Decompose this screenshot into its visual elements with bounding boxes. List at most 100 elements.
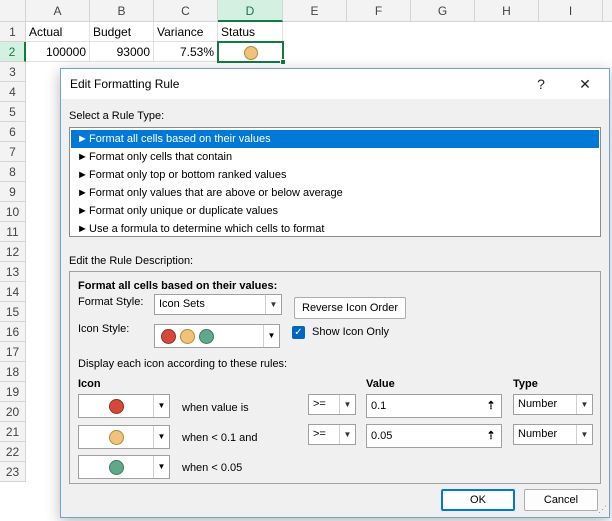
chevron-down-icon: ▼ [263,325,279,347]
column-header-h[interactable]: H [475,0,539,22]
value-column-header: Value [366,378,395,390]
cell-a2[interactable]: 100000 [26,42,90,62]
chevron-down-icon: ▼ [153,426,169,448]
rule-type-item[interactable]: ►Format only cells that contain [71,148,599,166]
rule-condition-2: when < 0.1 and [182,432,258,444]
rule-type-item[interactable]: ►Format only values that are above or be… [71,184,599,202]
row-header-1[interactable]: 1 [0,22,26,42]
row-header-15[interactable]: 15 [0,302,26,322]
display-rules-label: Display each icon according to these rul… [78,358,288,370]
chevron-down-icon: ▼ [153,456,169,478]
value-text: 0.1 [371,400,387,412]
row-header-13[interactable]: 13 [0,262,26,282]
cell-d2[interactable] [217,41,286,65]
column-header-f[interactable]: F [347,0,411,22]
dialog-title: Edit Formatting Rule [70,77,180,91]
icon-select-1[interactable]: ▼ [78,394,170,418]
show-icon-only-checkbox[interactable]: ✓ [292,326,305,339]
reverse-icon-order-button[interactable]: Reverse Icon Order [294,297,406,319]
rule-type-label: Format only unique or duplicate values [89,205,278,217]
arrow-icon: ► [77,223,88,235]
row-header-7[interactable]: 7 [0,142,26,162]
operator-select-2[interactable]: >= ▼ [308,424,356,445]
green-circle-icon [199,329,214,344]
chevron-down-icon: ▼ [153,395,169,417]
column-header-i[interactable]: I [539,0,603,22]
column-header-d[interactable]: D [218,0,283,22]
type-select-1[interactable]: Number ▼ [513,394,593,415]
rule-type-item[interactable]: ►Use a formula to determine which cells … [71,220,599,238]
operator-select-1[interactable]: >= ▼ [308,394,356,415]
rule-type-item[interactable]: ►Format only unique or duplicate values [71,202,599,220]
range-select-icon[interactable]: ⇡ [483,398,499,414]
rule-type-item[interactable]: ►Format only top or bottom ranked values [71,166,599,184]
ok-button[interactable]: OK [441,489,515,511]
cell-b1[interactable]: Budget [90,22,154,42]
row-header-11[interactable]: 11 [0,222,26,242]
column-header-c[interactable]: C [154,0,218,22]
operator-value: >= [313,428,326,440]
red-circle-icon [161,329,176,344]
yellow-circle-icon [109,430,124,445]
row-header-9[interactable]: 9 [0,182,26,202]
show-icon-only-label[interactable]: Show Icon Only [312,326,389,338]
green-circle-icon [109,460,124,475]
column-header-b[interactable]: B [90,0,154,22]
row-header-2[interactable]: 2 [0,42,26,62]
cell-b2[interactable]: 93000 [90,42,154,62]
row-header-20[interactable]: 20 [0,402,26,422]
row-header-23[interactable]: 23 [0,462,26,482]
icon-style-select[interactable]: ▼ [154,324,280,348]
dialog-titlebar[interactable]: Edit Formatting Rule ? ✕ [61,69,609,99]
edit-description-label: Edit the Rule Description: [69,255,194,267]
row-header-6[interactable]: 6 [0,122,26,142]
arrow-icon: ► [77,133,88,145]
column-header-overflow [603,0,612,22]
cancel-button[interactable]: Cancel [524,489,598,511]
row-header-12[interactable]: 12 [0,242,26,262]
row-header-18[interactable]: 18 [0,362,26,382]
range-select-icon[interactable]: ⇡ [483,428,499,444]
rule-type-label: Format only values that are above or bel… [89,187,343,199]
rule-type-label: Format all cells based on their values [89,133,271,145]
row-header-10[interactable]: 10 [0,202,26,222]
cell-d1[interactable]: Status [218,22,283,42]
format-style-select[interactable]: Icon Sets ▼ [154,294,282,315]
column-header-g[interactable]: G [411,0,475,22]
help-button[interactable]: ? [529,72,553,96]
cell-c2[interactable]: 7.53% [154,42,218,62]
row-header-17[interactable]: 17 [0,342,26,362]
edit-formatting-rule-dialog: Edit Formatting Rule ? ✕ Select a Rule T… [60,68,610,518]
row-header-22[interactable]: 22 [0,442,26,462]
chevron-down-icon: ▼ [339,425,355,444]
value-input-2[interactable]: 0.05 ⇡ [366,424,502,448]
icon-select-3[interactable]: ▼ [78,455,170,479]
rule-type-item[interactable]: ►Format all cells based on their values [71,130,599,148]
rule-type-label: Use a formula to determine which cells t… [89,223,325,235]
icon-style-label: Icon Style: [78,323,130,335]
column-header-a[interactable]: A [26,0,90,22]
type-select-2[interactable]: Number ▼ [513,424,593,445]
rule-description-panel: Format all cells based on their values: … [69,271,601,484]
value-input-1[interactable]: 0.1 ⇡ [366,394,502,418]
chevron-down-icon: ▼ [265,295,281,314]
cell-a1[interactable]: Actual [26,22,90,42]
rule-type-list[interactable]: ►Format all cells based on their values … [69,127,601,237]
resize-grip-icon[interactable]: ⋰ [598,504,607,515]
row-header-14[interactable]: 14 [0,282,26,302]
row-header-21[interactable]: 21 [0,422,26,442]
cell-c1[interactable]: Variance [154,22,218,42]
icon-select-2[interactable]: ▼ [78,425,170,449]
row-header-19[interactable]: 19 [0,382,26,402]
row-header-16[interactable]: 16 [0,322,26,342]
close-icon[interactable]: ✕ [573,72,597,96]
fill-handle[interactable] [280,59,286,65]
column-header-e[interactable]: E [283,0,347,22]
row-header-3[interactable]: 3 [0,62,26,82]
rule-type-label: Format only cells that contain [89,151,233,163]
row-header-8[interactable]: 8 [0,162,26,182]
select-all-corner[interactable] [0,0,26,22]
row-header-5[interactable]: 5 [0,102,26,122]
value-text: 0.05 [371,430,393,442]
row-header-4[interactable]: 4 [0,82,26,102]
